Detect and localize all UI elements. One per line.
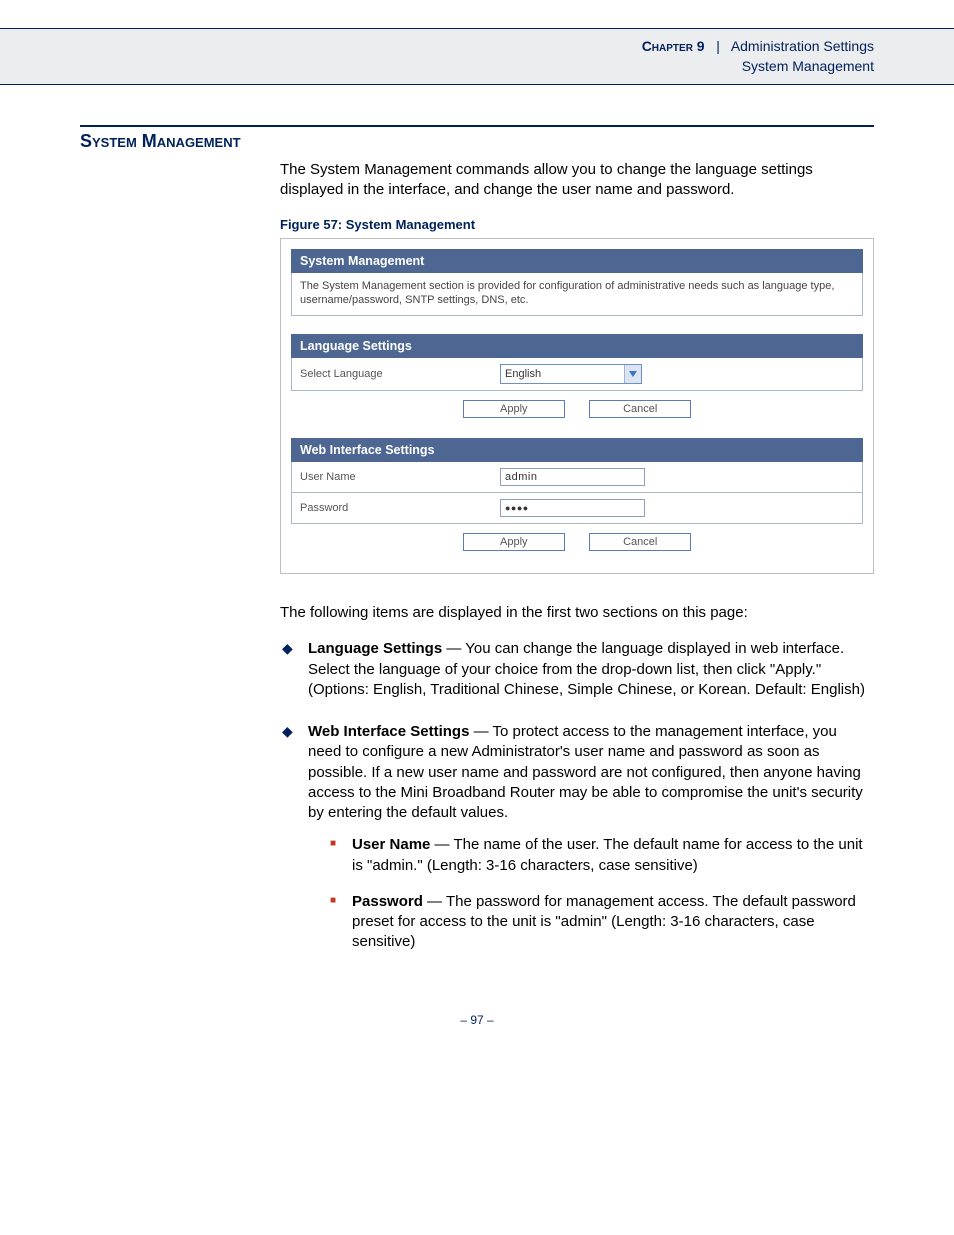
section-intro: The System Management commands allow you… (280, 160, 874, 201)
chapter-topic: Administration Settings (731, 38, 874, 54)
figure-screenshot: System Management The System Management … (280, 238, 874, 575)
language-row: Select Language English (291, 358, 863, 391)
language-settings-header: Language Settings (291, 334, 863, 358)
bullet-web-interface-settings: Web Interface Settings — To protect acce… (280, 722, 874, 953)
chapter-label: Chapter 9 (642, 38, 705, 54)
web-interface-header: Web Interface Settings (291, 438, 863, 462)
bullet-language-settings: Language Settings — You can change the l… (280, 639, 874, 700)
followup-text: The following items are displayed in the… (280, 604, 874, 621)
bullet-list: Language Settings — You can change the l… (280, 639, 874, 952)
username-input[interactable]: admin (500, 468, 645, 486)
web-cancel-button[interactable]: Cancel (589, 533, 691, 551)
web-apply-button[interactable]: Apply (463, 533, 565, 551)
sub-bullet-password: Password — The password for management a… (330, 892, 874, 953)
chevron-down-icon[interactable] (624, 365, 641, 383)
page-number: – 97 – (80, 1013, 874, 1027)
sub-bullet-username: User Name — The name of the user. The de… (330, 835, 874, 876)
select-language-value: English (501, 365, 624, 383)
section-title: System Management (80, 131, 874, 152)
panel-description: The System Management section is provide… (291, 273, 863, 317)
username-label: User Name (300, 471, 500, 483)
username-row: User Name admin (291, 462, 863, 493)
select-language-label: Select Language (300, 368, 500, 380)
select-language-dropdown[interactable]: English (500, 364, 642, 384)
language-apply-button[interactable]: Apply (463, 400, 565, 418)
password-input[interactable]: ●●●● (500, 499, 645, 517)
figure-caption: Figure 57: System Management (280, 217, 874, 232)
page-header: Chapter 9 | Administration Settings Syst… (0, 28, 954, 85)
language-cancel-button[interactable]: Cancel (589, 400, 691, 418)
password-row: Password ●●●● (291, 493, 863, 524)
panel-title: System Management (291, 249, 863, 273)
sub-bullet-list: User Name — The name of the user. The de… (330, 835, 874, 952)
chapter-subtopic: System Management (30, 57, 874, 77)
password-label: Password (300, 502, 500, 514)
